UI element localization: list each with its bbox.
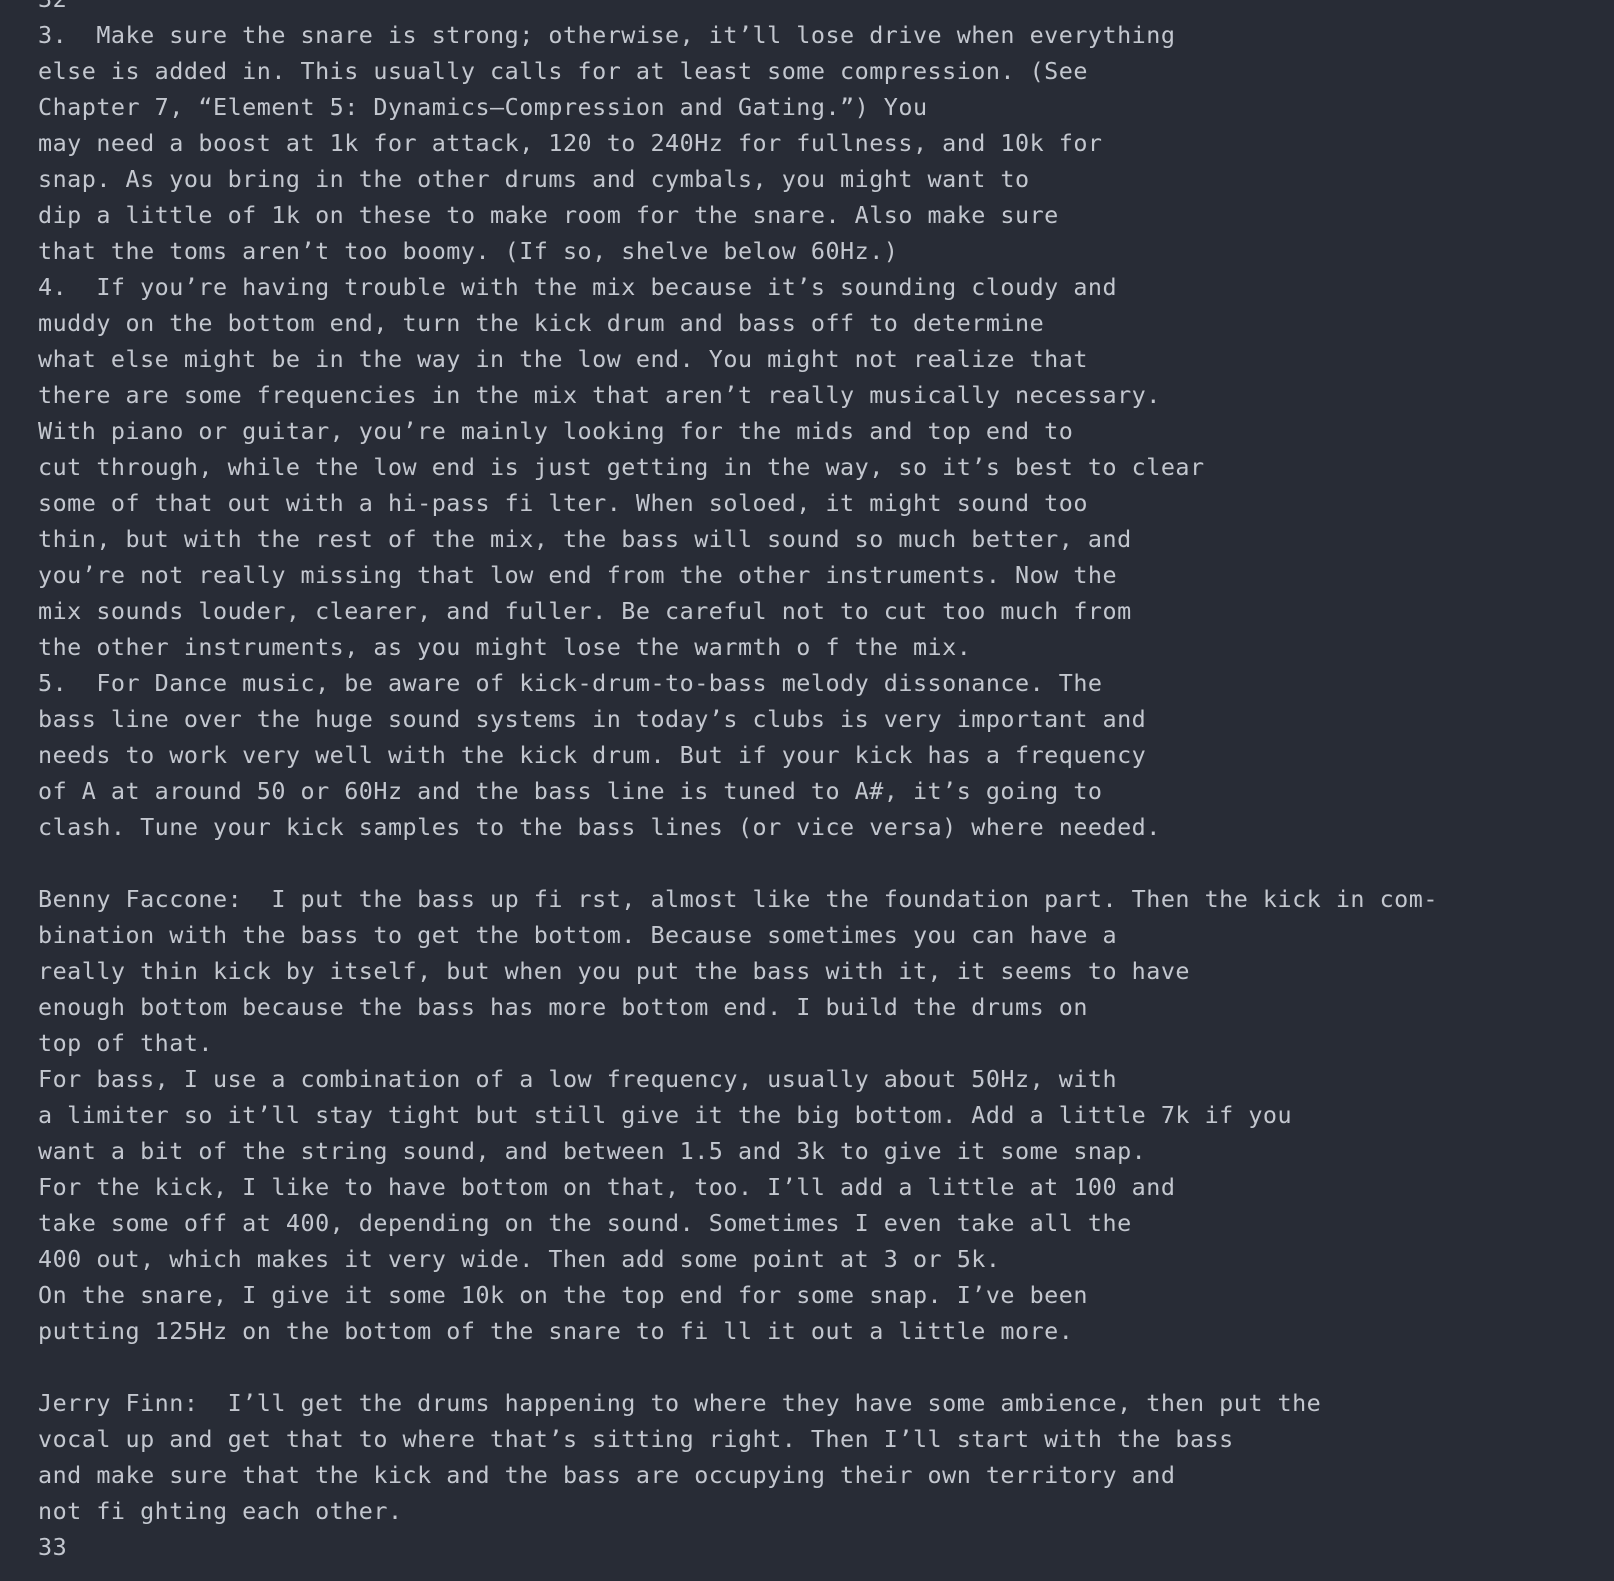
text-line: bination with the bass to get the bottom… <box>38 921 1118 949</box>
text-line: the other instruments, as you might lose… <box>38 633 972 661</box>
text-line: Chapter 7, “Element 5: Dynamics—Compress… <box>38 93 928 121</box>
text-line: needs to work very well with the kick dr… <box>38 741 1147 769</box>
page-number-top: 32 <box>38 0 1438 17</box>
text-line: bass line over the huge sound systems in… <box>38 705 1147 733</box>
text-line: 4. If you’re having trouble with the mix… <box>38 273 1118 301</box>
text-line: Benny Faccone: I put the bass up fi rst,… <box>38 885 1438 913</box>
text-line: want a bit of the string sound, and betw… <box>38 1137 1147 1165</box>
text-line: muddy on the bottom end, turn the kick d… <box>38 309 1045 337</box>
text-line: dip a little of 1k on these to make room… <box>38 201 1059 229</box>
text-line: clash. Tune your kick samples to the bas… <box>38 813 1161 841</box>
text-line: With piano or guitar, you’re mainly look… <box>38 417 1074 445</box>
text-line: not fi ghting each other. <box>38 1497 403 1525</box>
text-line: cut through, while the low end is just g… <box>38 453 1205 481</box>
text-line: 5. For Dance music, be aware of kick-dru… <box>38 669 1103 697</box>
text-line: For the kick, I like to have bottom on t… <box>38 1173 1176 1201</box>
text-line: there are some frequencies in the mix th… <box>38 381 1161 409</box>
document-viewer: 32 3. Make sure the snare is strong; oth… <box>0 0 1614 1581</box>
text-line: a limiter so it’ll stay tight but still … <box>38 1101 1293 1129</box>
text-line: vocal up and get that to where that’s si… <box>38 1425 1234 1453</box>
text-line: may need a boost at 1k for attack, 120 t… <box>38 129 1103 157</box>
text-line: that the toms aren’t too boomy. (If so, … <box>38 237 899 265</box>
text-line: take some off at 400, depending on the s… <box>38 1209 1132 1237</box>
text-line: and make sure that the kick and the bass… <box>38 1461 1176 1489</box>
document-text: 32 3. Make sure the snare is strong; oth… <box>38 0 1438 1565</box>
text-line: some of that out with a hi-pass fi lter.… <box>38 489 1088 517</box>
text-line: you’re not really missing that low end f… <box>38 561 1118 589</box>
text-line: snap. As you bring in the other drums an… <box>38 165 1030 193</box>
text-line: Jerry Finn: I’ll get the drums happening… <box>38 1389 1322 1417</box>
text-line: mix sounds louder, clearer, and fuller. … <box>38 597 1132 625</box>
text-line: thin, but with the rest of the mix, the … <box>38 525 1132 553</box>
text-line: top of that. <box>38 1029 213 1057</box>
text-line: 3. Make sure the snare is strong; otherw… <box>38 21 1176 49</box>
text-line: For bass, I use a combination of a low f… <box>38 1065 1118 1093</box>
text-line: really thin kick by itself, but when you… <box>38 957 1191 985</box>
text-line: what else might be in the way in the low… <box>38 345 1088 373</box>
text-line: else is added in. This usually calls for… <box>38 57 1088 85</box>
text-line: enough bottom because the bass has more … <box>38 993 1088 1021</box>
text-line: of A at around 50 or 60Hz and the bass l… <box>38 777 1103 805</box>
text-line: On the snare, I give it some 10k on the … <box>38 1281 1088 1309</box>
text-line: putting 125Hz on the bottom of the snare… <box>38 1317 1074 1345</box>
text-line: 400 out, which makes it very wide. Then … <box>38 1245 1001 1273</box>
